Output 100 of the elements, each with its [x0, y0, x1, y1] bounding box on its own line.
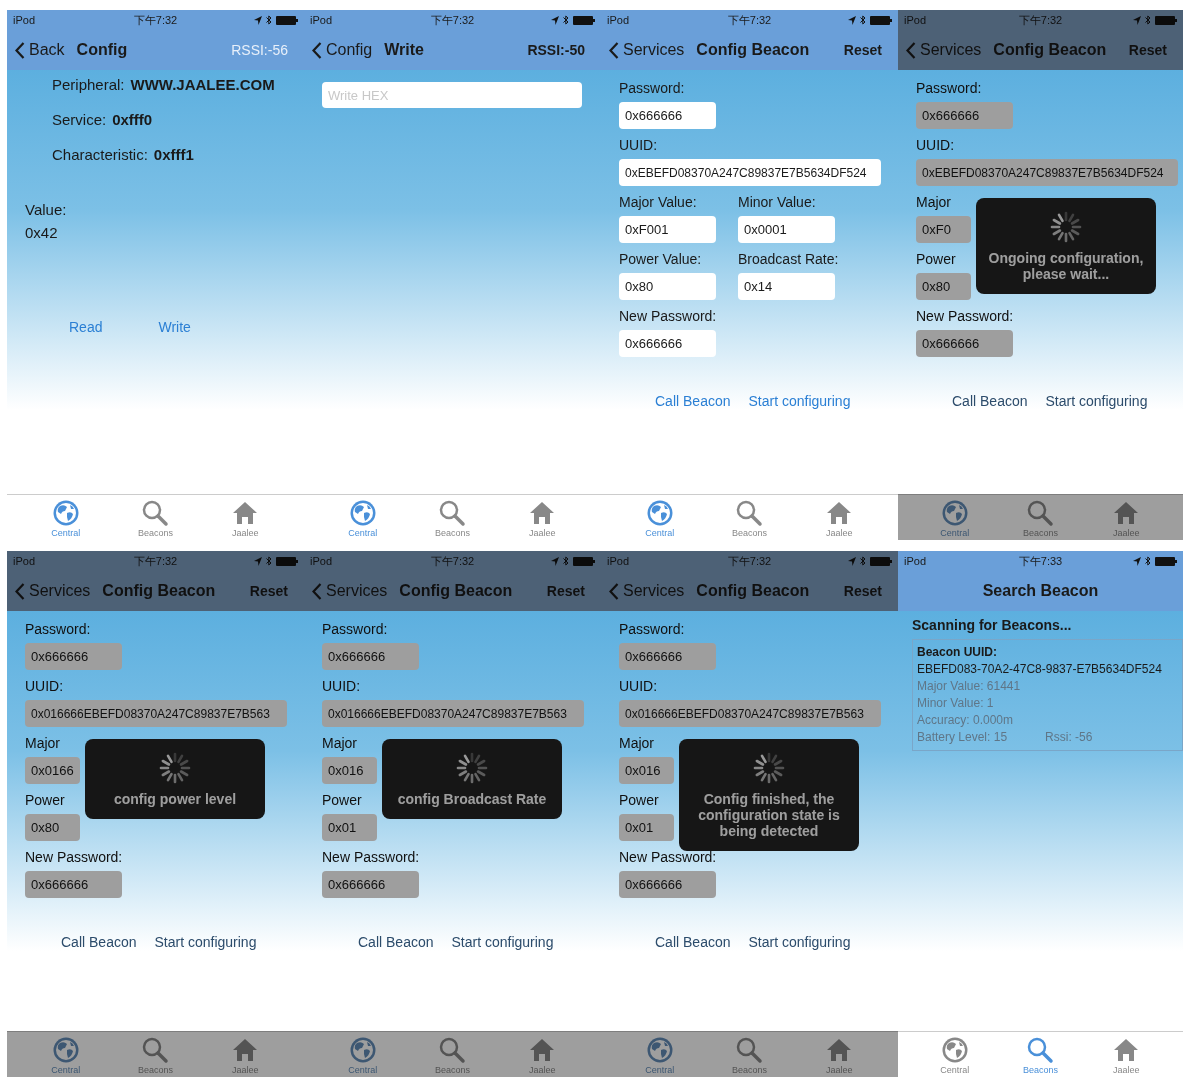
- major-value-field[interactable]: 0xF0: [916, 216, 971, 243]
- action-link[interactable]: Read: [69, 319, 103, 335]
- tab-bar-item[interactable]: Central: [35, 499, 96, 540]
- uuid-label: Beacon UUID:: [917, 644, 998, 661]
- power-value-field[interactable]: 0x80: [619, 273, 716, 300]
- action-link[interactable]: Start configuring: [748, 393, 851, 409]
- carrier-label: iPod: [310, 14, 333, 26]
- clock-time: 下午7:32: [726, 12, 773, 28]
- uuid-field[interactable]: 0xEBEFD08370A247C89837E7B5634DF524: [916, 159, 1178, 186]
- password-field[interactable]: 0x666666: [322, 643, 419, 670]
- uuid-field[interactable]: 0xEBEFD08370A247C89837E7B5634DF524: [619, 159, 881, 186]
- action-link[interactable]: Start configuring: [451, 934, 554, 950]
- location-icon: [254, 556, 262, 566]
- bluetooth-icon: [860, 556, 866, 566]
- battery-icon: [1155, 15, 1177, 25]
- battery-icon: [1155, 556, 1177, 566]
- action-link[interactable]: Call Beacon: [655, 934, 731, 950]
- tab-bar-item[interactable]: Beacons: [719, 499, 780, 540]
- spinner-icon: [1049, 210, 1083, 244]
- field-label: UUID:: [25, 678, 65, 694]
- field-label: Broadcast Rate:: [738, 251, 835, 267]
- power-value-field[interactable]: 0x80: [916, 273, 971, 300]
- action-link[interactable]: Write: [158, 319, 191, 335]
- globe-icon: [51, 499, 80, 527]
- action-link[interactable]: Start configuring: [1045, 393, 1148, 409]
- field-label: Password:: [916, 80, 983, 96]
- tab-bar-item[interactable]: Central: [332, 499, 393, 540]
- power-value-field[interactable]: 0x01: [619, 814, 674, 841]
- power-value-field[interactable]: 0x80: [25, 814, 80, 841]
- action-link[interactable]: Start configuring: [748, 934, 851, 950]
- uuid-field[interactable]: 0x016666EBEFD08370A247C89837E7B563: [25, 700, 287, 727]
- password-field[interactable]: 0x666666: [619, 643, 716, 670]
- password-field[interactable]: 0x666666: [916, 102, 1013, 129]
- bluetooth-icon: [266, 556, 272, 566]
- back-button[interactable]: Config: [312, 41, 373, 59]
- new-password-field[interactable]: 0x666666: [322, 871, 419, 898]
- spinner-icon: [752, 751, 786, 785]
- bluetooth-icon: [860, 15, 866, 25]
- location-icon: [848, 15, 856, 25]
- nav-right-button[interactable]: Reset: [843, 42, 890, 58]
- battery-icon: [870, 15, 892, 25]
- uuid-field[interactable]: 0x016666EBEFD08370A247C89837E7B563: [619, 700, 881, 727]
- tab-bar-item[interactable]: Central: [629, 499, 690, 540]
- action-link[interactable]: Call Beacon: [358, 934, 434, 950]
- clock-time: 下午7:32: [429, 12, 476, 28]
- tab-bar-item[interactable]: Jaalee: [809, 499, 870, 540]
- search-icon: [735, 1036, 764, 1064]
- action-link[interactable]: Call Beacon: [655, 393, 731, 409]
- back-label: Config: [326, 41, 373, 59]
- field-label: Major: [25, 735, 61, 751]
- field-value: 0xfff0: [112, 111, 153, 128]
- nav-title: Config Beacon: [399, 582, 514, 600]
- field-label: New Password:: [322, 849, 421, 865]
- tab-bar-item[interactable]: Jaalee: [1096, 1036, 1157, 1077]
- nav-title: Config Beacon: [993, 41, 1108, 59]
- clock-time: 下午7:32: [726, 553, 773, 569]
- carrier-label: iPod: [13, 14, 36, 26]
- tab-bar-item[interactable]: Jaalee: [512, 499, 573, 540]
- field-label: New Password:: [619, 308, 718, 324]
- major-value-field[interactable]: 0x016: [322, 757, 377, 784]
- back-button[interactable]: Services: [609, 41, 685, 59]
- new-password-field[interactable]: 0x666666: [25, 871, 122, 898]
- major-value-field[interactable]: 0x0166: [25, 757, 80, 784]
- field-label: Major: [619, 735, 655, 751]
- tab-bar-item[interactable]: Jaalee: [215, 499, 276, 540]
- battery-icon: [276, 15, 298, 25]
- major-value-field[interactable]: 0x016: [619, 757, 674, 784]
- bluetooth-icon: [563, 15, 569, 25]
- location-icon: [848, 556, 856, 566]
- tab-bar-item[interactable]: Beacons: [125, 499, 186, 540]
- bluetooth-icon: [1145, 556, 1151, 566]
- back-button[interactable]: Back: [15, 41, 65, 59]
- tab-bar-item[interactable]: Beacons: [1010, 1036, 1071, 1077]
- new-password-field[interactable]: 0x666666: [916, 330, 1013, 357]
- minor-value-field[interactable]: 0x0001: [738, 216, 835, 243]
- spinner-icon: [455, 751, 489, 785]
- clock-time: 下午7:32: [132, 553, 179, 569]
- beacon-card[interactable]: Beacon UUID: EBEFD083-70A2-47C8-9837-E7B5634DF524 Major Value: 61441 Minor Value: 1 Accuracy: 0.000m Battery Level: 15 Rssi: -56: [912, 639, 1183, 751]
- field-label: Major: [916, 194, 952, 210]
- power-value-field[interactable]: 0x01: [322, 814, 377, 841]
- field-label: Power: [25, 792, 66, 808]
- new-password-field[interactable]: 0x666666: [619, 871, 716, 898]
- nav-right-button[interactable]: RSSI:-50: [527, 42, 593, 58]
- battery-icon: [870, 556, 892, 566]
- new-password-field[interactable]: 0x666666: [619, 330, 716, 357]
- password-field[interactable]: 0x666666: [25, 643, 122, 670]
- password-field[interactable]: 0x666666: [619, 102, 716, 129]
- action-link[interactable]: Call Beacon: [952, 393, 1028, 409]
- tab-bar-item[interactable]: Central: [924, 1036, 985, 1077]
- location-icon: [551, 15, 559, 25]
- globe-icon: [645, 499, 674, 527]
- tab-bar-item[interactable]: Beacons: [422, 499, 483, 540]
- action-link[interactable]: Call Beacon: [61, 934, 137, 950]
- nav-title: Write: [384, 41, 425, 59]
- action-link[interactable]: Start configuring: [154, 934, 257, 950]
- location-icon: [1133, 556, 1141, 566]
- bluetooth-icon: [1145, 15, 1151, 25]
- uuid-field[interactable]: 0x016666EBEFD08370A247C89837E7B563: [322, 700, 584, 727]
- broadcast-rate-field[interactable]: 0x14: [738, 273, 835, 300]
- major-value-field[interactable]: 0xF001: [619, 216, 716, 243]
